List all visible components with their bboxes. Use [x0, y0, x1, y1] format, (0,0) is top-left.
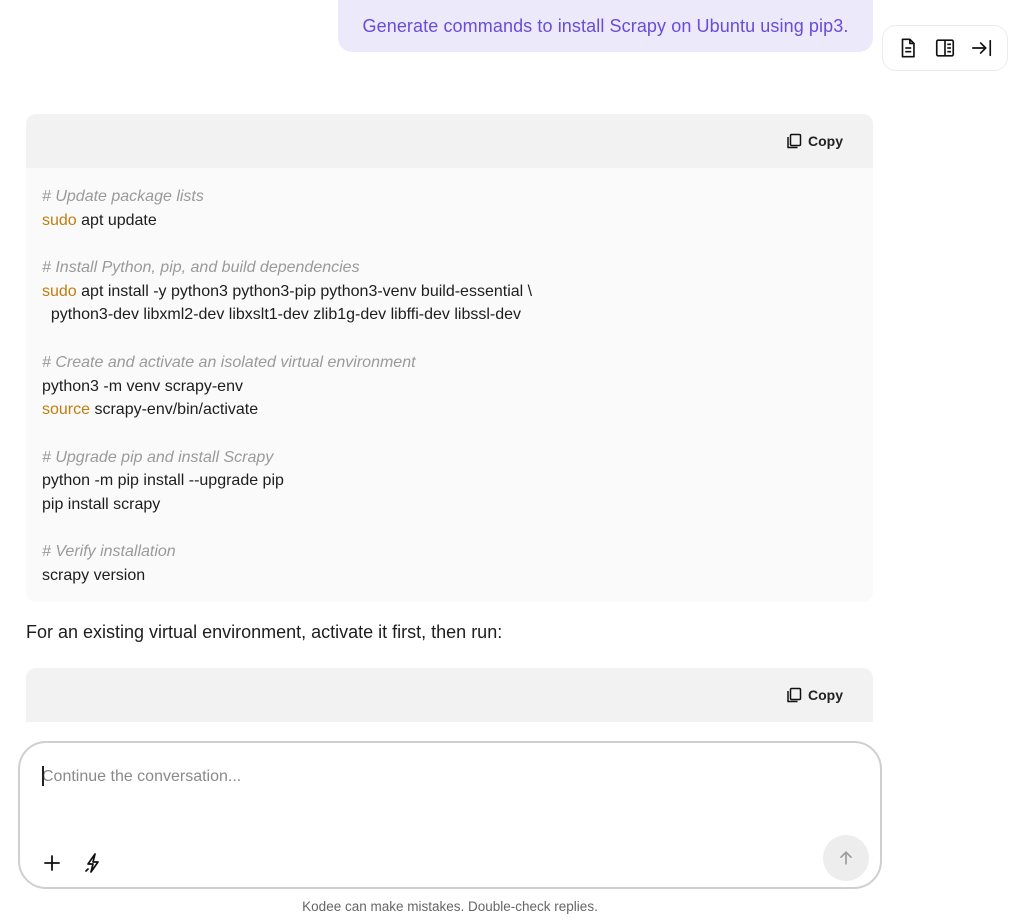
code-line: sudo apt install -y python3 python3-pip … [42, 280, 857, 304]
code-line: # Install Python, pip, and build depende… [42, 256, 857, 280]
code-text: scrapy version [42, 567, 146, 584]
text-caret [42, 766, 44, 786]
copy-label: Copy [808, 133, 843, 149]
code-text: python3-dev libxml2-dev libxslt1-dev zli… [42, 306, 522, 324]
code-comment: # Upgrade pip and install Scrapy [42, 448, 274, 466]
copy-button[interactable]: Copy [786, 687, 843, 703]
code-text: python3 -m venv scrapy-env [42, 377, 243, 395]
code-comment: # Create and activate an isolated virtua… [42, 353, 416, 371]
code-line: pip install scrapy [42, 493, 857, 517]
response-paragraph: For an existing virtual environment, act… [26, 622, 503, 642]
code-line: sudo apt update [42, 209, 857, 233]
code-content: # Update package lists sudo apt update # I… [26, 168, 873, 588]
book-icon [935, 39, 955, 57]
code-line: python3 -m venv scrapy-env [42, 375, 857, 399]
copy-label: Copy [808, 687, 843, 703]
code-block: Copy # Update package lists sudo apt upda… [26, 114, 873, 602]
code-line: scrapy version [42, 564, 857, 588]
message-input[interactable] [42, 765, 822, 789]
code-line: # Verify installation [42, 540, 857, 564]
code-text: pip install scrapy [42, 495, 161, 513]
collapse-right-icon [972, 39, 992, 57]
code-comment: # Verify installation [42, 543, 176, 561]
code-text: python -m pip install --upgrade pip [42, 472, 284, 490]
code-header: Copy [26, 114, 873, 168]
code-keyword: sudo [42, 211, 77, 229]
code-line: # Upgrade pip and install Scrapy [42, 446, 857, 470]
attach-button[interactable] [40, 851, 64, 875]
lightning-icon [85, 853, 99, 873]
copy-icon [787, 133, 802, 149]
code-line: # Create and activate an isolated virtua… [42, 351, 857, 375]
chat-page: Generate commands to install Scrapy on U… [0, 0, 1024, 923]
code-text: apt update [76, 211, 157, 229]
code-header: Copy [26, 668, 873, 722]
document-button[interactable] [891, 31, 925, 65]
plus-icon [44, 855, 60, 871]
copy-button[interactable]: Copy [786, 133, 843, 149]
code-line: source scrapy-env/bin/activate [42, 398, 857, 422]
message-composer [18, 741, 882, 889]
reader-button[interactable] [928, 31, 962, 65]
side-toolbar [882, 25, 1008, 71]
user-message: Generate commands to install Scrapy on U… [338, 0, 873, 52]
code-comment: # Install Python, pip, and build depende… [42, 259, 360, 277]
code-keyword: source [42, 401, 91, 419]
user-message-text: Generate commands to install Scrapy on U… [362, 15, 849, 36]
arrow-up-icon [840, 851, 852, 865]
collapse-button[interactable] [965, 31, 999, 65]
send-button[interactable] [823, 835, 869, 881]
document-icon [901, 38, 915, 58]
code-line: # Update package lists [42, 185, 857, 209]
code-block: Copy [26, 668, 873, 722]
code-comment: # Update package lists [42, 188, 204, 205]
quick-actions-button[interactable] [81, 851, 105, 875]
disclaimer: Kodee can make mistakes. Double-check re… [302, 899, 598, 914]
code-line: python -m pip install --upgrade pip [42, 469, 857, 493]
code-text: apt install -y python3 python3-pip pytho… [76, 282, 533, 300]
code-line: python3-dev libxml2-dev libxslt1-dev zli… [42, 303, 857, 327]
copy-icon [787, 687, 802, 703]
code-keyword: sudo [42, 282, 77, 300]
code-text: scrapy-env/bin/activate [90, 401, 259, 419]
